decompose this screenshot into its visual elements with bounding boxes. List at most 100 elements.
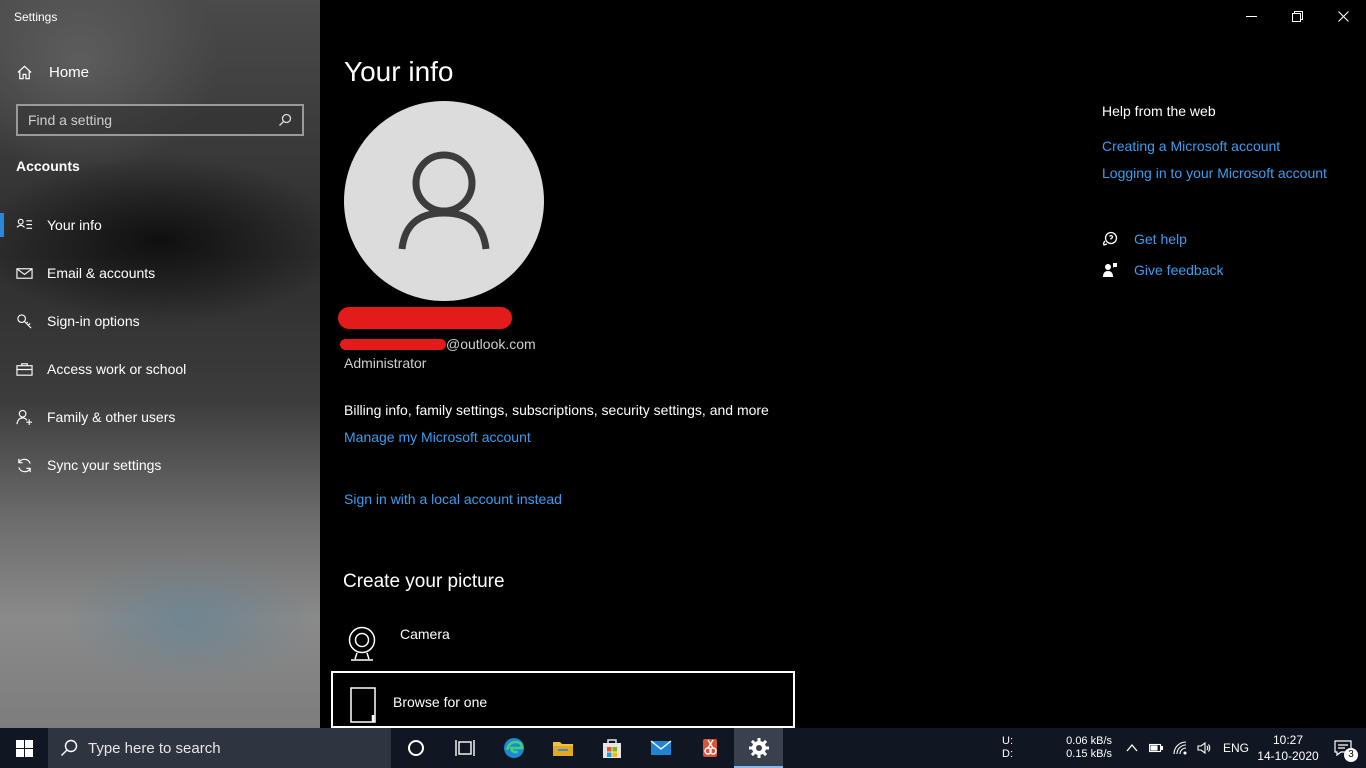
help-link-create-account[interactable]: Creating a Microsoft account xyxy=(1102,138,1280,154)
task-view-icon xyxy=(454,740,475,756)
sidebar-item-sign-in-options[interactable]: Sign-in options xyxy=(0,301,320,341)
give-feedback-button[interactable]: Give feedback xyxy=(1102,262,1224,278)
speaker-icon xyxy=(1197,741,1211,755)
action-center-button[interactable]: 3 xyxy=(1320,728,1366,768)
settings-taskbar-button[interactable] xyxy=(734,728,783,768)
mail-icon xyxy=(650,740,671,755)
create-picture-heading: Create your picture xyxy=(343,571,505,592)
billing-description: Billing info, family settings, subscript… xyxy=(344,402,769,418)
volume-button[interactable] xyxy=(1192,728,1216,768)
sidebar-item-label: Sign-in options xyxy=(47,313,140,329)
briefcase-icon xyxy=(16,362,33,376)
sidebar-item-label: Access work or school xyxy=(47,361,187,377)
redacted-name xyxy=(338,307,512,329)
upload-label: U: xyxy=(1002,735,1013,747)
avatar xyxy=(344,101,544,301)
window-controls xyxy=(1228,0,1366,32)
sidebar-item-label: Your info xyxy=(47,217,102,233)
get-help-icon xyxy=(1103,231,1118,246)
help-heading: Help from the web xyxy=(1102,103,1216,119)
battery-button[interactable] xyxy=(1144,728,1168,768)
network-meter-speeds: 0.06 kB/s 0.15 kB/s xyxy=(1042,735,1112,761)
user-silhouette-icon xyxy=(398,151,490,250)
start-button[interactable] xyxy=(0,728,48,768)
sidebar-item-sync-settings[interactable]: Sync your settings xyxy=(0,445,320,485)
download-speed: 0.15 kB/s xyxy=(1066,748,1112,760)
close-button[interactable] xyxy=(1320,0,1366,32)
cortana-button[interactable] xyxy=(391,728,440,768)
file-icon xyxy=(350,687,376,723)
feedback-icon xyxy=(1103,263,1117,277)
person-add-icon xyxy=(16,409,33,425)
restore-button[interactable] xyxy=(1274,0,1320,32)
account-role: Administrator xyxy=(344,355,427,371)
close-icon xyxy=(1337,10,1349,22)
chevron-up-icon xyxy=(1126,743,1138,752)
sidebar-item-access-work-school[interactable]: Access work or school xyxy=(0,349,320,389)
minimize-button[interactable] xyxy=(1228,0,1274,32)
sidebar-item-label: Sync your settings xyxy=(47,457,162,473)
sync-icon xyxy=(18,458,31,472)
main-content: Your info @outlook.com Administrator Bil… xyxy=(320,0,1366,728)
get-help-button[interactable]: Get help xyxy=(1102,231,1187,247)
download-label: D: xyxy=(1002,748,1013,760)
clock-date: 14-10-2020 xyxy=(1257,749,1319,763)
file-explorer-button[interactable] xyxy=(538,728,587,768)
sidebar-item-email-accounts[interactable]: Email & accounts xyxy=(0,253,320,293)
camera-label: Camera xyxy=(400,626,450,642)
local-account-link[interactable]: Sign in with a local account instead xyxy=(344,491,562,507)
battery-icon xyxy=(1149,743,1163,753)
taskbar-search-input[interactable] xyxy=(88,739,368,757)
your-info-icon xyxy=(16,218,33,229)
accounts-heading: Accounts xyxy=(16,158,80,174)
snip-icon xyxy=(702,739,717,757)
home-icon xyxy=(17,65,32,80)
home-label: Home xyxy=(49,64,90,81)
give-feedback-label: Give feedback xyxy=(1134,262,1224,278)
find-setting-input[interactable] xyxy=(28,112,258,128)
windows-logo-icon xyxy=(15,739,33,757)
clock[interactable]: 10:27 14-10-2020 xyxy=(1256,732,1320,764)
find-setting-search[interactable] xyxy=(16,104,304,136)
clock-time: 10:27 xyxy=(1272,733,1304,747)
sidebar-item-label: Family & other users xyxy=(47,409,176,425)
task-view-button[interactable] xyxy=(440,728,489,768)
input-language[interactable]: ENG xyxy=(1216,741,1256,755)
edge-icon xyxy=(503,738,524,758)
search-icon xyxy=(61,739,78,756)
system-tray: U: D: 0.06 kB/s 0.15 kB/s ENG 10:27 14-1… xyxy=(1002,728,1366,768)
mail-app-button[interactable] xyxy=(636,728,685,768)
gear-icon xyxy=(748,738,769,758)
browse-option[interactable]: Browse for one xyxy=(331,671,795,728)
get-help-label: Get help xyxy=(1134,231,1187,247)
manage-account-link[interactable]: Manage my Microsoft account xyxy=(344,429,531,445)
cortana-icon xyxy=(407,740,424,756)
wifi-icon xyxy=(1173,741,1187,755)
restore-icon xyxy=(1291,10,1303,22)
camera-option[interactable]: Camera xyxy=(346,626,786,664)
show-hidden-icons-button[interactable] xyxy=(1120,728,1144,768)
minimize-icon xyxy=(1245,15,1257,17)
window-title: Settings xyxy=(14,10,58,24)
taskbar: U: D: 0.06 kB/s 0.15 kB/s ENG 10:27 14-1… xyxy=(0,728,1366,768)
store-icon xyxy=(602,739,621,758)
page-title: Your info xyxy=(344,56,454,87)
folder-icon xyxy=(552,742,573,756)
notification-count-badge: 3 xyxy=(1344,748,1358,762)
network-meter-labels: U: D: xyxy=(1002,735,1042,761)
mail-icon xyxy=(16,267,33,279)
wifi-button[interactable] xyxy=(1168,728,1192,768)
redacted-email xyxy=(340,338,446,350)
home-nav-item[interactable]: Home xyxy=(16,64,89,81)
search-icon[interactable] xyxy=(278,113,292,127)
help-link-logging-in[interactable]: Logging in to your Microsoft account xyxy=(1102,165,1327,181)
taskbar-search[interactable] xyxy=(48,728,391,768)
camera-icon xyxy=(348,626,376,661)
edge-taskbar-button[interactable] xyxy=(489,728,538,768)
sidebar-item-family-users[interactable]: Family & other users xyxy=(0,397,320,437)
account-email: @outlook.com xyxy=(340,336,536,352)
browse-label: Browse for one xyxy=(393,694,488,710)
snipping-tool-button[interactable] xyxy=(685,728,734,768)
sidebar-item-your-info[interactable]: Your info xyxy=(0,205,320,245)
store-button[interactable] xyxy=(587,728,636,768)
